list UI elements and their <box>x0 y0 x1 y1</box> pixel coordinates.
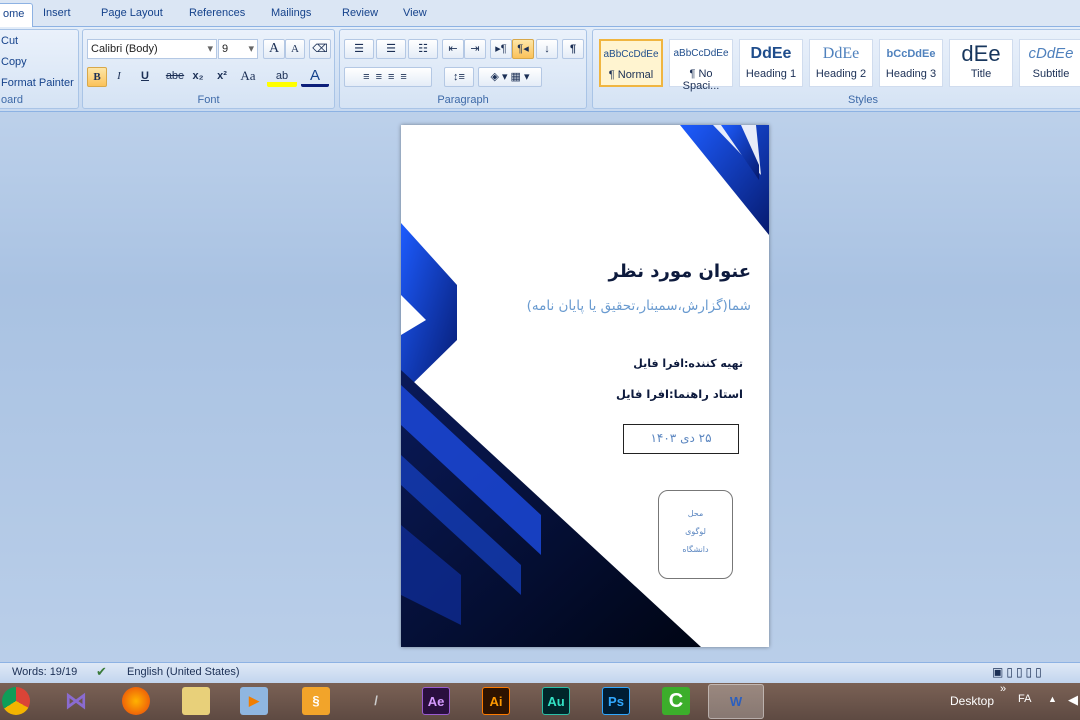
photoshop-icon[interactable]: Ps <box>602 687 630 715</box>
font-size-select[interactable]: 9 ▾ <box>218 39 258 59</box>
strikethrough-button[interactable]: abe <box>163 67 187 87</box>
chevron-down-icon: ▾ <box>248 43 254 55</box>
bold-button[interactable]: B <box>87 67 107 87</box>
clipboard-group: Cut Copy Format Painter oard <box>0 29 79 109</box>
tab-mailings[interactable]: Mailings <box>271 7 311 19</box>
ribbon: Cut Copy Format Painter oard Calibri (Bo… <box>0 27 1080 112</box>
tab-review[interactable]: Review <box>342 7 378 19</box>
ltr-icon[interactable]: ▸¶ <box>490 39 512 59</box>
status-bar: Words: 19/19 ✔ English (United States) ▣… <box>0 662 1080 683</box>
chrome-icon[interactable] <box>2 687 30 715</box>
tab-insert[interactable]: Insert <box>43 7 71 19</box>
italic-button[interactable]: I <box>109 67 129 87</box>
prepared-by: تهیه کننده:افرا فایل <box>633 357 743 370</box>
show-marks-button[interactable]: ¶ <box>562 39 584 59</box>
volume-icon[interactable]: ◀ <box>1068 692 1078 708</box>
underline-button[interactable]: U <box>131 67 159 87</box>
line-spacing-icon[interactable]: ↕≡ <box>444 67 474 87</box>
proofing-check-icon[interactable]: ✔ <box>96 664 107 680</box>
style-heading-3[interactable]: bCcDdEe Heading 3 <box>879 39 943 87</box>
style-title[interactable]: dEe Title <box>949 39 1013 87</box>
camtasia-icon[interactable]: C <box>662 687 690 715</box>
font-name-select[interactable]: Calibri (Body) ▾ <box>87 39 217 59</box>
style-normal[interactable]: aBbCcDdEe ¶ Normal <box>599 39 663 87</box>
multilevel-list-icon[interactable]: ☷ <box>408 39 438 59</box>
style-subtitle[interactable]: cDdEe Subtitle <box>1019 39 1080 87</box>
document-subtitle: شما(گزارش،سمینار،تحقیق یا پایان نامه) <box>526 298 751 314</box>
taskbar: ⋈ ▶ § / Ae Ai Au Ps C W Desktop » FA ▲ ◀ <box>0 683 1080 720</box>
paragraph-group: ☰ ☰ ☷ ⇤ ⇥ ▸¶ ¶◂ ↓ ¶ ≡≡≡≡ ↕≡ ◈ ▾ ▦ ▾ Para… <box>339 29 587 109</box>
increase-indent-icon[interactable]: ⇥ <box>464 39 486 59</box>
toolbar-chevron[interactable]: » <box>1000 683 1006 695</box>
tab-page-layout[interactable]: Page Layout <box>101 7 163 19</box>
style-no-spacing[interactable]: aBbCcDdEe ¶ No Spaci... <box>669 39 733 92</box>
grow-font-button[interactable]: A <box>263 39 285 59</box>
desktop-toolbar[interactable]: Desktop <box>950 694 994 708</box>
chevron-down-icon: ▾ <box>207 43 213 55</box>
styles-group: aBbCcDdEe ¶ Normal aBbCcDdEe ¶ No Spaci...… <box>592 29 1080 109</box>
clear-formatting-icon[interactable]: ⌫ <box>309 39 331 59</box>
document-title: عنوان مورد نظر <box>608 261 751 282</box>
clipboard-label: oard <box>1 94 24 106</box>
shading-borders-icon[interactable]: ◈ ▾ ▦ ▾ <box>478 67 542 87</box>
tray-arrow-icon[interactable]: ▲ <box>1048 694 1057 704</box>
decrease-indent-icon[interactable]: ⇤ <box>442 39 464 59</box>
audition-icon[interactable]: Au <box>542 687 570 715</box>
illustrator-icon[interactable]: Ai <box>482 687 510 715</box>
visual-studio-icon[interactable]: ⋈ <box>62 687 90 715</box>
input-language[interactable]: FA <box>1018 693 1031 705</box>
rtl-icon[interactable]: ¶◂ <box>512 39 534 59</box>
media-player-icon[interactable]: ▶ <box>240 687 268 715</box>
tab-home[interactable]: ome <box>0 3 34 27</box>
date-box: ۲۵ دی ۱۴۰۳ <box>623 424 739 454</box>
font-size-value: 9 <box>222 43 229 55</box>
file-explorer-icon[interactable] <box>182 687 210 715</box>
firefox-icon[interactable] <box>122 687 150 715</box>
numbering-icon[interactable]: ☰ <box>376 39 406 59</box>
logo-placeholder: محل لوگوی دانشگاه <box>658 490 733 579</box>
language-indicator[interactable]: English (United States) <box>127 666 240 678</box>
advisor: استاد راهنما:افرا فایل <box>615 387 743 401</box>
change-case-button[interactable]: Aa <box>235 67 261 87</box>
microphone-icon[interactable]: / <box>362 687 390 715</box>
ribbon-tabs: ome Insert Page Layout References Mailin… <box>0 0 1080 27</box>
style-heading-2[interactable]: DdEe Heading 2 <box>809 39 873 87</box>
font-group-label: Font <box>197 94 220 106</box>
copy-button[interactable]: Copy <box>1 56 27 68</box>
superscript-button[interactable]: x² <box>211 67 233 87</box>
sort-icon[interactable]: ↓ <box>536 39 558 59</box>
document-page[interactable]: عنوان مورد نظر شما(گزارش،سمینار،تحقیق یا… <box>401 125 769 647</box>
word-taskbar-icon[interactable]: W <box>708 684 764 719</box>
font-group: Calibri (Body) ▾ 9 ▾ A A ⌫ B I U abe x₂ x²… <box>82 29 335 109</box>
after-effects-icon[interactable]: Ae <box>422 687 450 715</box>
font-name-value: Calibri (Body) <box>91 43 158 55</box>
format-painter-button[interactable]: Format Painter <box>1 77 74 89</box>
bullets-icon[interactable]: ☰ <box>344 39 374 59</box>
styles-group-label: Styles <box>848 94 878 106</box>
word-count[interactable]: Words: 19/19 <box>12 666 77 678</box>
sticky-app-icon[interactable]: § <box>302 687 330 715</box>
paragraph-group-label: Paragraph <box>437 94 489 106</box>
style-heading-1[interactable]: DdEe Heading 1 <box>739 39 803 87</box>
highlight-icon[interactable]: ab <box>267 67 297 87</box>
view-buttons[interactable]: ▣▯▯▯▯ <box>992 665 1045 679</box>
alignment-icons[interactable]: ≡≡≡≡ <box>344 67 432 87</box>
tab-references[interactable]: References <box>189 7 245 19</box>
shrink-font-button[interactable]: A <box>285 39 305 59</box>
tab-view[interactable]: View <box>403 7 427 19</box>
font-color-button[interactable]: A <box>301 67 329 87</box>
cut-button[interactable]: Cut <box>1 35 18 47</box>
subscript-button[interactable]: x₂ <box>187 67 209 87</box>
